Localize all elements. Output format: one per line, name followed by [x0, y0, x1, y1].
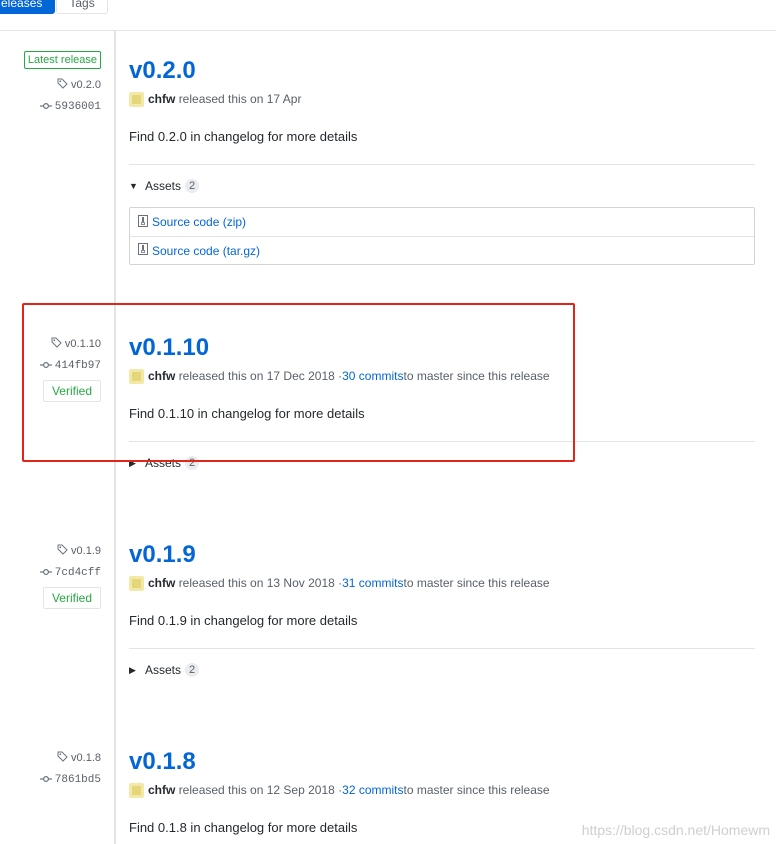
section-divider: [129, 648, 755, 649]
release-title[interactable]: v0.2.0: [129, 57, 755, 85]
assets-label: Assets: [145, 179, 182, 193]
asset-list: Source code (zip) Source code (tar.gz): [129, 207, 755, 265]
author-name[interactable]: chfw: [148, 783, 175, 797]
tag-name[interactable]: v0.2.0: [71, 79, 101, 91]
commit-row[interactable]: 7cd4cff: [0, 566, 101, 580]
assets-toggle[interactable]: ▶ Assets 2: [129, 662, 755, 678]
header-divider: [0, 30, 776, 31]
tag-icon: [57, 78, 68, 92]
commit-row[interactable]: 7861bd5: [0, 773, 101, 787]
release-tabs: eleases Tags: [0, 0, 108, 14]
tag-name[interactable]: v0.1.9: [71, 545, 101, 557]
asset-link[interactable]: Source code (tar.gz): [130, 236, 754, 264]
release-title[interactable]: v0.1.9: [129, 541, 755, 569]
release-meta: v0.1.9 7cd4cff Verified: [0, 544, 101, 609]
commit-icon: [39, 101, 52, 113]
release-meta: Latest release v0.2.0 5936001: [0, 51, 101, 114]
release-byline: chfw released this on 13 Nov 2018 · 31 c…: [129, 575, 755, 591]
archive-file-icon: [138, 214, 148, 230]
asset-name[interactable]: Source code (zip): [152, 215, 246, 229]
tag-row[interactable]: v0.1.8: [0, 751, 101, 765]
commits-suffix: to master since this release: [403, 783, 550, 797]
highlight-box: [22, 303, 575, 462]
assets-count-badge: 2: [185, 179, 200, 193]
tag-name[interactable]: v0.1.8: [71, 752, 101, 764]
caret-right-icon: ▶: [129, 664, 136, 675]
release-date-text: released this on 13 Nov 2018 ·: [178, 576, 343, 590]
commit-sha[interactable]: 7cd4cff: [55, 567, 101, 579]
archive-file-icon: [138, 243, 148, 258]
commit-icon: [39, 567, 52, 579]
watermark: https://blog.csdn.net/Homewm: [581, 822, 770, 838]
commit-icon: [39, 774, 52, 786]
section-divider: [129, 164, 755, 165]
tab-releases[interactable]: eleases: [0, 0, 56, 14]
avatar[interactable]: [129, 91, 144, 107]
commits-suffix: to master since this release: [403, 576, 550, 590]
release-body: v0.1.9 chfw released this on 13 Nov 2018…: [129, 541, 755, 678]
assets-label: Assets: [145, 663, 182, 677]
asset-link[interactable]: Source code (zip): [130, 208, 754, 236]
asset-name[interactable]: Source code (tar.gz): [152, 244, 260, 258]
assets-count-badge: 2: [185, 663, 200, 677]
release-byline: chfw released this on 12 Sep 2018 · 32 c…: [129, 782, 755, 798]
release-title[interactable]: v0.1.8: [129, 748, 755, 776]
assets-toggle[interactable]: ▼ Assets 2: [129, 178, 755, 194]
tag-icon: [57, 544, 68, 558]
release-date-text: released this on 12 Sep 2018 ·: [178, 783, 343, 797]
commit-sha[interactable]: 7861bd5: [55, 774, 101, 786]
latest-release-badge: Latest release: [23, 51, 101, 69]
author-name[interactable]: chfw: [148, 576, 175, 590]
tag-row[interactable]: v0.1.9: [0, 544, 101, 558]
release-meta: v0.1.8 7861bd5: [0, 751, 101, 787]
author-name[interactable]: chfw: [148, 92, 175, 106]
release-description: Find 0.2.0 in changelog for more details: [129, 129, 358, 144]
caret-down-icon: ▼: [129, 181, 138, 191]
tab-tags[interactable]: Tags: [56, 0, 108, 14]
avatar[interactable]: [129, 575, 144, 591]
commit-row[interactable]: 5936001: [0, 100, 101, 114]
tag-icon: [57, 751, 68, 765]
verified-badge[interactable]: Verified: [42, 587, 101, 609]
commit-sha[interactable]: 5936001: [55, 101, 101, 113]
avatar[interactable]: [129, 782, 144, 798]
commits-link[interactable]: 31 commits: [342, 576, 403, 590]
commits-link[interactable]: 32 commits: [342, 783, 403, 797]
release-date-text: released this on 17 Apr: [178, 92, 302, 106]
release-byline: chfw released this on 17 Apr: [129, 91, 755, 107]
release-description: Find 0.1.9 in changelog for more details: [129, 613, 358, 628]
release-body: v0.2.0 chfw released this on 17 Apr Find…: [129, 57, 755, 265]
